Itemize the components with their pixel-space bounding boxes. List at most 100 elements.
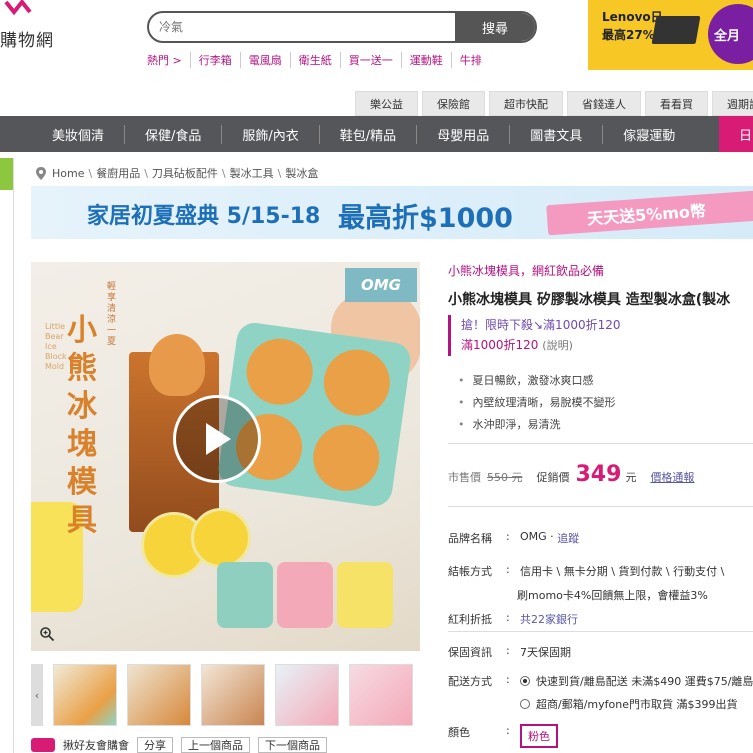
shipping-option-label: 超商/郵箱/myfone門市取貨 滿$399出貨 (536, 698, 738, 711)
search-button[interactable]: 搜尋 (455, 13, 535, 41)
location-pin-icon (36, 166, 46, 180)
bear-ice-image (149, 334, 205, 396)
divider (448, 631, 753, 632)
market-price-label: 市售價 (448, 471, 481, 484)
ad-badge: 全月 (708, 4, 753, 64)
market-price: 550 元 (487, 471, 523, 484)
spec-shipping: 配送方式: 快速到貨/離島配送 未滿$490 運費$75/離島 (448, 673, 753, 689)
search-bar: 搜尋 (147, 11, 537, 43)
category-item[interactable]: 美妝個清 (0, 125, 124, 144)
breadcrumb-item[interactable]: 製冰工具 (230, 165, 274, 181)
bank-link[interactable]: 共22家銀行 (520, 611, 578, 627)
promo-text: 滿1000折120 (461, 338, 539, 352)
thumbnail[interactable] (201, 664, 265, 726)
brand-badge: OMG (345, 268, 417, 302)
category-item[interactable]: 保健/食品 (124, 124, 221, 144)
sale-discount: 最高折$1000 (338, 203, 513, 234)
spec-bonus: 紅利折抵: 共22家銀行 (448, 611, 578, 627)
hot-keyword[interactable]: 衛生紙 (289, 52, 340, 68)
top-tab[interactable]: 超市快配 (489, 91, 563, 116)
spec-key: 品牌名稱 (448, 532, 492, 545)
category-highlight[interactable]: 日 (719, 116, 753, 152)
top-tab[interactable]: 週期訂購 (712, 91, 753, 116)
lemon-image (191, 508, 251, 568)
zoom-icon[interactable] (39, 626, 55, 642)
thumb-prev-arrow[interactable]: ‹ (31, 664, 43, 726)
feature-item: 水沖即淨，易清洗 (458, 414, 616, 436)
spec-value[interactable]: OMG (520, 530, 547, 546)
next-product-button[interactable]: 下一個商品 (258, 737, 327, 753)
prev-product-button[interactable]: 上一個商品 (181, 737, 250, 753)
hot-keyword[interactable]: 買一送一 (339, 52, 401, 68)
ad-banner[interactable]: Lenovo日 最高27% 全月 (588, 0, 753, 70)
follow-link[interactable]: 追蹤 (557, 530, 579, 546)
spec-value: 信用卡 \ 無卡分期 \ 貨到付款 \ 行動支付 \ (520, 565, 725, 578)
share-button[interactable]: 分享 (137, 737, 173, 753)
hot-keyword[interactable]: 電風扇 (239, 52, 290, 68)
category-item[interactable]: 母嬰用品 (416, 124, 509, 144)
top-tab[interactable]: 看看買 (645, 91, 708, 116)
category-item[interactable]: 服飾/內衣 (221, 124, 318, 144)
feature-item: 夏日暢飲，激發冰爽口感 (458, 370, 616, 392)
thumbnail[interactable] (53, 664, 117, 726)
breadcrumb-item[interactable]: 製冰盒 (285, 165, 318, 181)
breadcrumb-item[interactable]: 刀具砧板配件 (152, 165, 218, 181)
top-tab[interactable]: 樂公益 (355, 91, 418, 116)
share-label[interactable]: 揪好友會購會 (63, 737, 129, 753)
promo-line[interactable]: 搶！限時下殺↘滿1000折120 (461, 315, 621, 335)
share-bar: 揪好友會購會 分享 上一個商品 下一個商品 (31, 737, 431, 753)
spec-key: 紅利折抵 (448, 613, 492, 626)
radio-selected[interactable] (520, 676, 530, 686)
divider (448, 506, 753, 507)
spec-shipping-2: 超商/郵箱/myfone門市取貨 滿$399出貨 (520, 696, 737, 712)
sale-title: 家居初夏盛典 5/15-18 (87, 204, 321, 229)
gift-icon (31, 738, 55, 752)
breadcrumb-home[interactable]: Home (52, 167, 84, 180)
spec-payment: 結帳方式: 信用卡 \ 無卡分期 \ 貨到付款 \ 行動支付 \ (448, 563, 725, 578)
category-item[interactable]: 圖書文具 (509, 124, 602, 144)
spec-color: 顏色: 粉色 (448, 724, 558, 748)
sale-ribbon: 天天送5%mo幣 (546, 190, 753, 236)
side-tab[interactable] (0, 158, 14, 190)
hot-keyword[interactable]: 行李箱 (189, 52, 240, 68)
category-item[interactable]: 鞋包/精品 (318, 124, 416, 144)
play-button[interactable] (173, 395, 261, 483)
spec-value: 7天保固期 (520, 646, 571, 659)
feature-list: 夏日暢飲，激發冰爽口感 內壁紋理清晰，易脫模不變形 水沖即淨，易清洗 (458, 370, 616, 436)
spec-key: 結帳方式 (448, 565, 492, 578)
breadcrumb: Home \ 餐廚用品 \ 刀具砧板配件 \ 製冰工具 \ 製冰盒 (36, 165, 318, 181)
hot-keyword[interactable]: 熱門 > (147, 52, 190, 68)
thumbnail[interactable] (275, 664, 339, 726)
logo-icon[interactable] (0, 0, 34, 22)
spec-key: 配送方式 (448, 675, 492, 688)
sale-banner[interactable]: 家居初夏盛典 5/15-18 最高折$1000 天天送5%mo幣 (31, 186, 753, 239)
spec-brand: 品牌名稱: OMG · 追蹤 (448, 530, 580, 546)
category-nav: 美妝個清 保健/食品 服飾/內衣 鞋包/精品 母嬰用品 圖書文具 傢寢運動 日 (0, 116, 753, 152)
search-input[interactable] (149, 13, 455, 41)
color-option[interactable]: 粉色 (520, 724, 558, 748)
product-main-image[interactable]: Little Bear Ice Block Mold 小熊冰塊模具 輕享清涼一夏… (31, 262, 420, 651)
price-alert-link[interactable]: 價格通報 (650, 469, 694, 485)
hot-keyword[interactable]: 牛排 (450, 52, 490, 68)
category-item[interactable]: 傢寢運動 (602, 124, 695, 144)
logo-text[interactable]: 購物網 (0, 26, 54, 51)
product-slogan: 小熊冰塊模具，網紅飲品必備 (448, 264, 605, 278)
shipping-option[interactable]: 超商/郵箱/myfone門市取貨 滿$399出貨 (520, 696, 737, 712)
top-tab[interactable]: 省錢達人 (567, 91, 641, 116)
hot-keyword[interactable]: 運動鞋 (400, 52, 451, 68)
thumbnail-strip: ‹ (31, 664, 420, 726)
thumbnail[interactable] (349, 664, 413, 726)
radio-unselected[interactable] (520, 699, 530, 709)
shipping-option[interactable]: 快速到貨/離島配送 未滿$490 運費$75/離島 (520, 673, 753, 689)
thumbnail[interactable] (127, 664, 191, 726)
top-tab[interactable]: 保險館 (422, 91, 485, 116)
tray-green-image (217, 562, 273, 628)
breadcrumb-item[interactable]: 餐廚用品 (96, 165, 140, 181)
promo-price-label: 促銷價 (536, 471, 570, 484)
spec-key: 顏色 (448, 726, 470, 739)
spec-payment-note: 刷momo卡4%回饋無上限，會權益3% (517, 589, 708, 602)
promo-box: 搶！限時下殺↘滿1000折120 滿1000折120 (說明) (448, 315, 621, 356)
promo-note-link[interactable]: (說明) (542, 339, 573, 352)
side-divider (13, 158, 14, 753)
tray-yellow-image (337, 562, 393, 628)
